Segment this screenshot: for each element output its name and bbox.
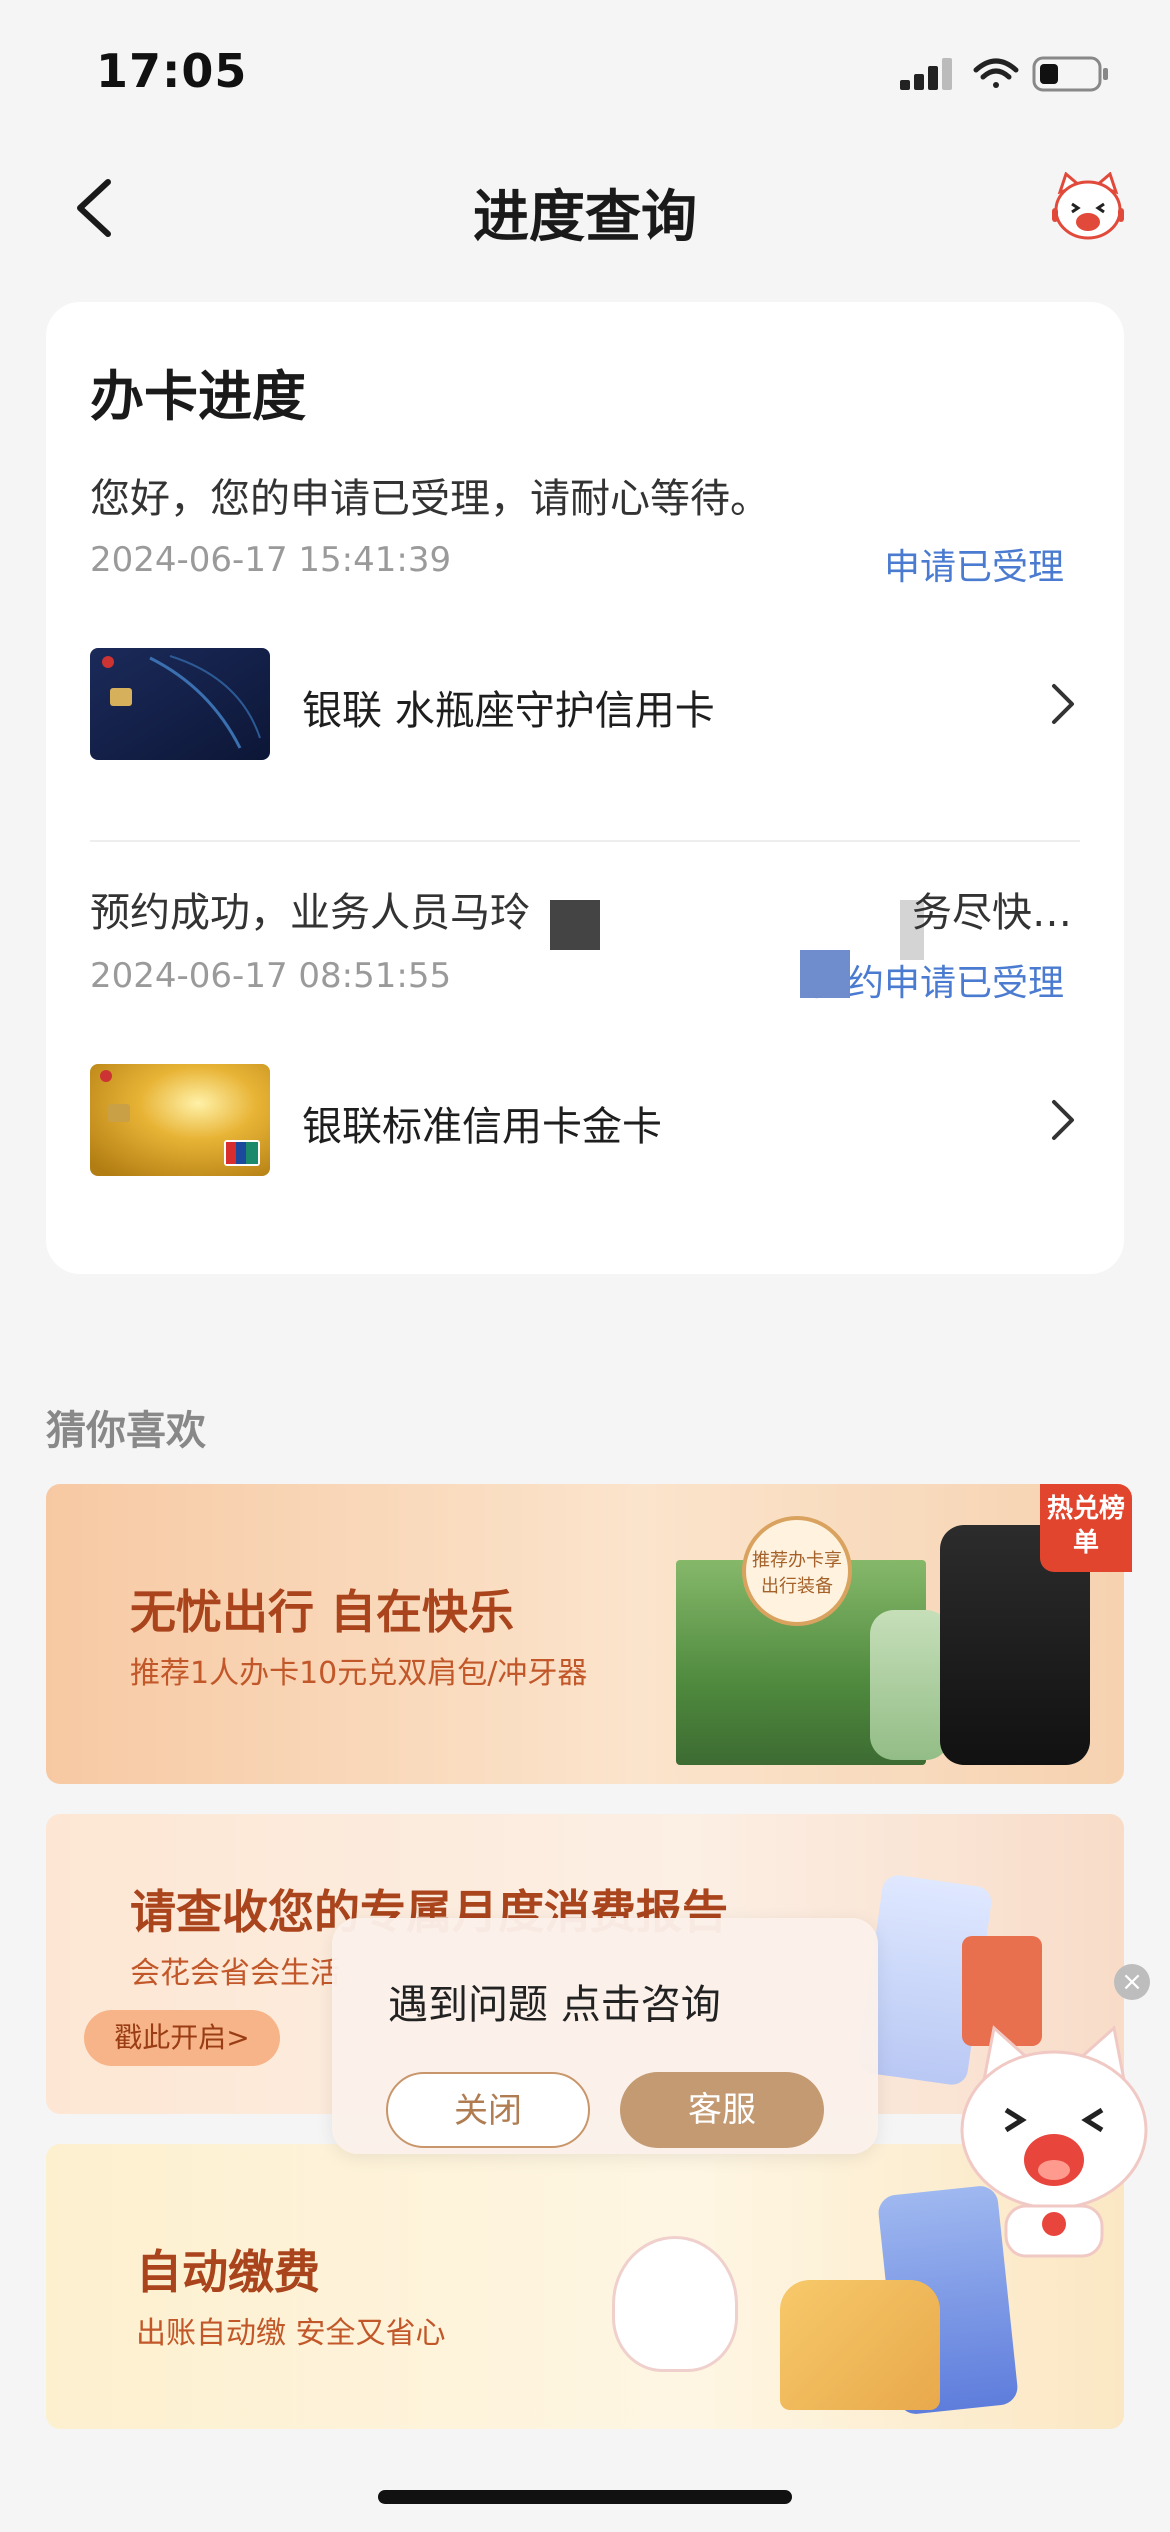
chevron-right-icon bbox=[1052, 684, 1074, 724]
entry-divider bbox=[90, 840, 1080, 842]
wifi-icon bbox=[973, 58, 1019, 88]
mascot-floating-icon[interactable] bbox=[944, 2010, 1164, 2262]
card-section-title: 办卡进度 bbox=[90, 365, 306, 428]
open-report-button[interactable]: 戳此开启> bbox=[84, 2010, 280, 2066]
banner-headline: 自动缴费 bbox=[136, 2245, 320, 2299]
battery-icon bbox=[1032, 56, 1108, 92]
redaction-block bbox=[550, 900, 600, 950]
mascot-service-icon[interactable] bbox=[1048, 172, 1128, 244]
close-icon[interactable]: × bbox=[1114, 1964, 1150, 2000]
progress-status[interactable]: 申请已受理 bbox=[780, 538, 1064, 590]
status-icons bbox=[900, 56, 1108, 92]
banner-subline: 会花会省会生活 bbox=[130, 1956, 340, 1991]
home-indicator[interactable] bbox=[378, 2490, 792, 2504]
progress-message-tail: 务尽快… bbox=[912, 890, 1072, 936]
banner-subline: 出账自动缴 安全又省心 bbox=[136, 2316, 446, 2351]
credit-card-gold-image bbox=[90, 1064, 270, 1176]
hot-tag-badge: 热兑榜单 bbox=[1040, 1484, 1132, 1572]
recommend-section-title: 猜你喜欢 bbox=[46, 1408, 206, 1454]
card-product-name: 银联标准信用卡金卡 bbox=[302, 1104, 662, 1150]
card-product-row[interactable]: 银联 水瓶座守护信用卡 bbox=[90, 648, 1080, 760]
status-time: 17:05 bbox=[96, 44, 248, 98]
redaction-block bbox=[800, 950, 850, 998]
progress-timestamp: 2024-06-17 08:51:55 bbox=[90, 956, 452, 996]
progress-message: 预约成功，业务人员马玲 bbox=[90, 890, 530, 936]
card-product-name: 银联 水瓶座守护信用卡 bbox=[302, 688, 715, 734]
promo-badge: 推荐办卡享出行装备 bbox=[742, 1516, 852, 1626]
credit-card-aquarius-image bbox=[90, 648, 270, 760]
chevron-right-icon bbox=[1052, 1100, 1074, 1140]
customer-service-button[interactable]: 客服 bbox=[620, 2072, 824, 2148]
close-button[interactable]: 关闭 bbox=[386, 2072, 590, 2148]
popup-title: 遇到问题 点击咨询 bbox=[388, 1982, 721, 2028]
water-flosser-image bbox=[870, 1610, 950, 1760]
progress-timestamp: 2024-06-17 15:41:39 bbox=[90, 540, 452, 580]
banner-headline: 无忧出行 自在快乐 bbox=[130, 1585, 515, 1639]
signal-icon bbox=[900, 58, 952, 90]
banner-subline: 推荐1人办卡10元兑双肩包/冲牙器 bbox=[130, 1656, 588, 1691]
mascot-illustration bbox=[612, 2236, 738, 2372]
card-product-row[interactable]: 银联标准信用卡金卡 bbox=[90, 1064, 1080, 1176]
cards-stack-illustration bbox=[780, 2280, 940, 2410]
page-title: 进度查询 bbox=[473, 185, 697, 250]
progress-message: 您好，您的申请已受理，请耐心等待。 bbox=[90, 476, 770, 522]
